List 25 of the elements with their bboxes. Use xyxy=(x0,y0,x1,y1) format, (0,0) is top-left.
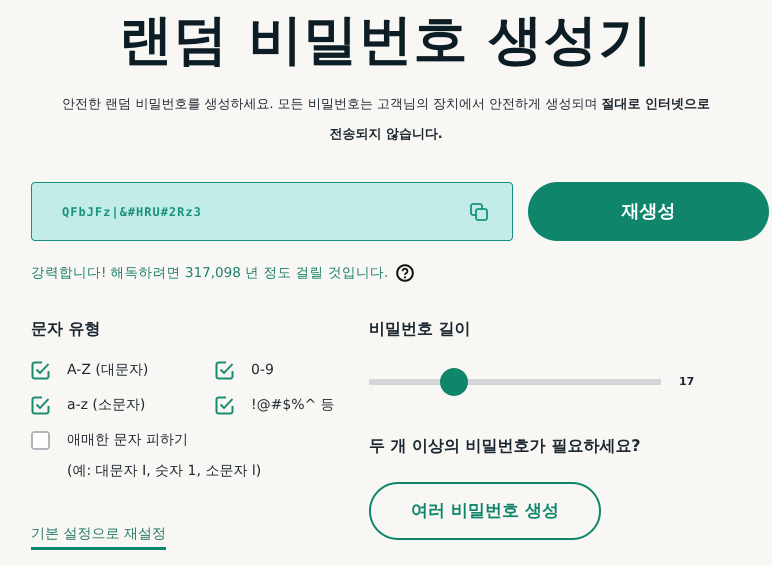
password-field[interactable]: QFbJFz|&#HRU#2Rz3 xyxy=(31,182,513,241)
checkbox[interactable] xyxy=(215,396,234,416)
help-icon[interactable] xyxy=(396,264,414,282)
page-title: 랜덤 비밀번호 생성기 xyxy=(118,7,654,73)
slider-thumb[interactable] xyxy=(440,368,468,396)
checkbox-label: A-Z (대문자) xyxy=(67,361,148,380)
length-value: 17 xyxy=(679,374,694,390)
checkbox-label: 0-9 xyxy=(251,361,274,380)
checkbox[interactable] xyxy=(31,431,50,450)
checkbox-label: !@#$%^ 등 xyxy=(251,396,335,416)
question-text: 두 개 이상의 비밀번호가 필요하세요? xyxy=(369,435,642,458)
section-heading: 비밀번호 길이 xyxy=(369,319,472,338)
checkbox-label: 애매한 문자 피하기 xyxy=(67,431,188,450)
reset-link[interactable]: 기본 설정으로 재설정 xyxy=(31,524,166,550)
checkbox[interactable] xyxy=(31,396,50,416)
copy-icon[interactable] xyxy=(470,202,488,220)
checkbox-label: a-z (소문자) xyxy=(67,396,146,416)
checkbox[interactable] xyxy=(215,361,234,380)
regenerate-button[interactable]: 재생성 xyxy=(528,182,769,241)
hint-text: (예: 대문자 I, 숫자 1, 소문자 l) xyxy=(67,462,262,482)
strength-text: 강력합니다! 해독하려면 317,098 년 정도 걸릴 것입니다. xyxy=(31,264,388,283)
checkbox[interactable] xyxy=(31,361,50,380)
generate-multiple-button[interactable]: 여러 비밀번호 생성 xyxy=(369,482,601,540)
intro-text: 안전한 랜덤 비밀번호를 생성하세요. 모든 비밀번호는 고객님의 장치에서 안전하게 생성되며 절대로 인터넷으로 전송되지 않습니다. xyxy=(61,96,711,144)
section-heading: 문자 유형 xyxy=(31,319,102,338)
